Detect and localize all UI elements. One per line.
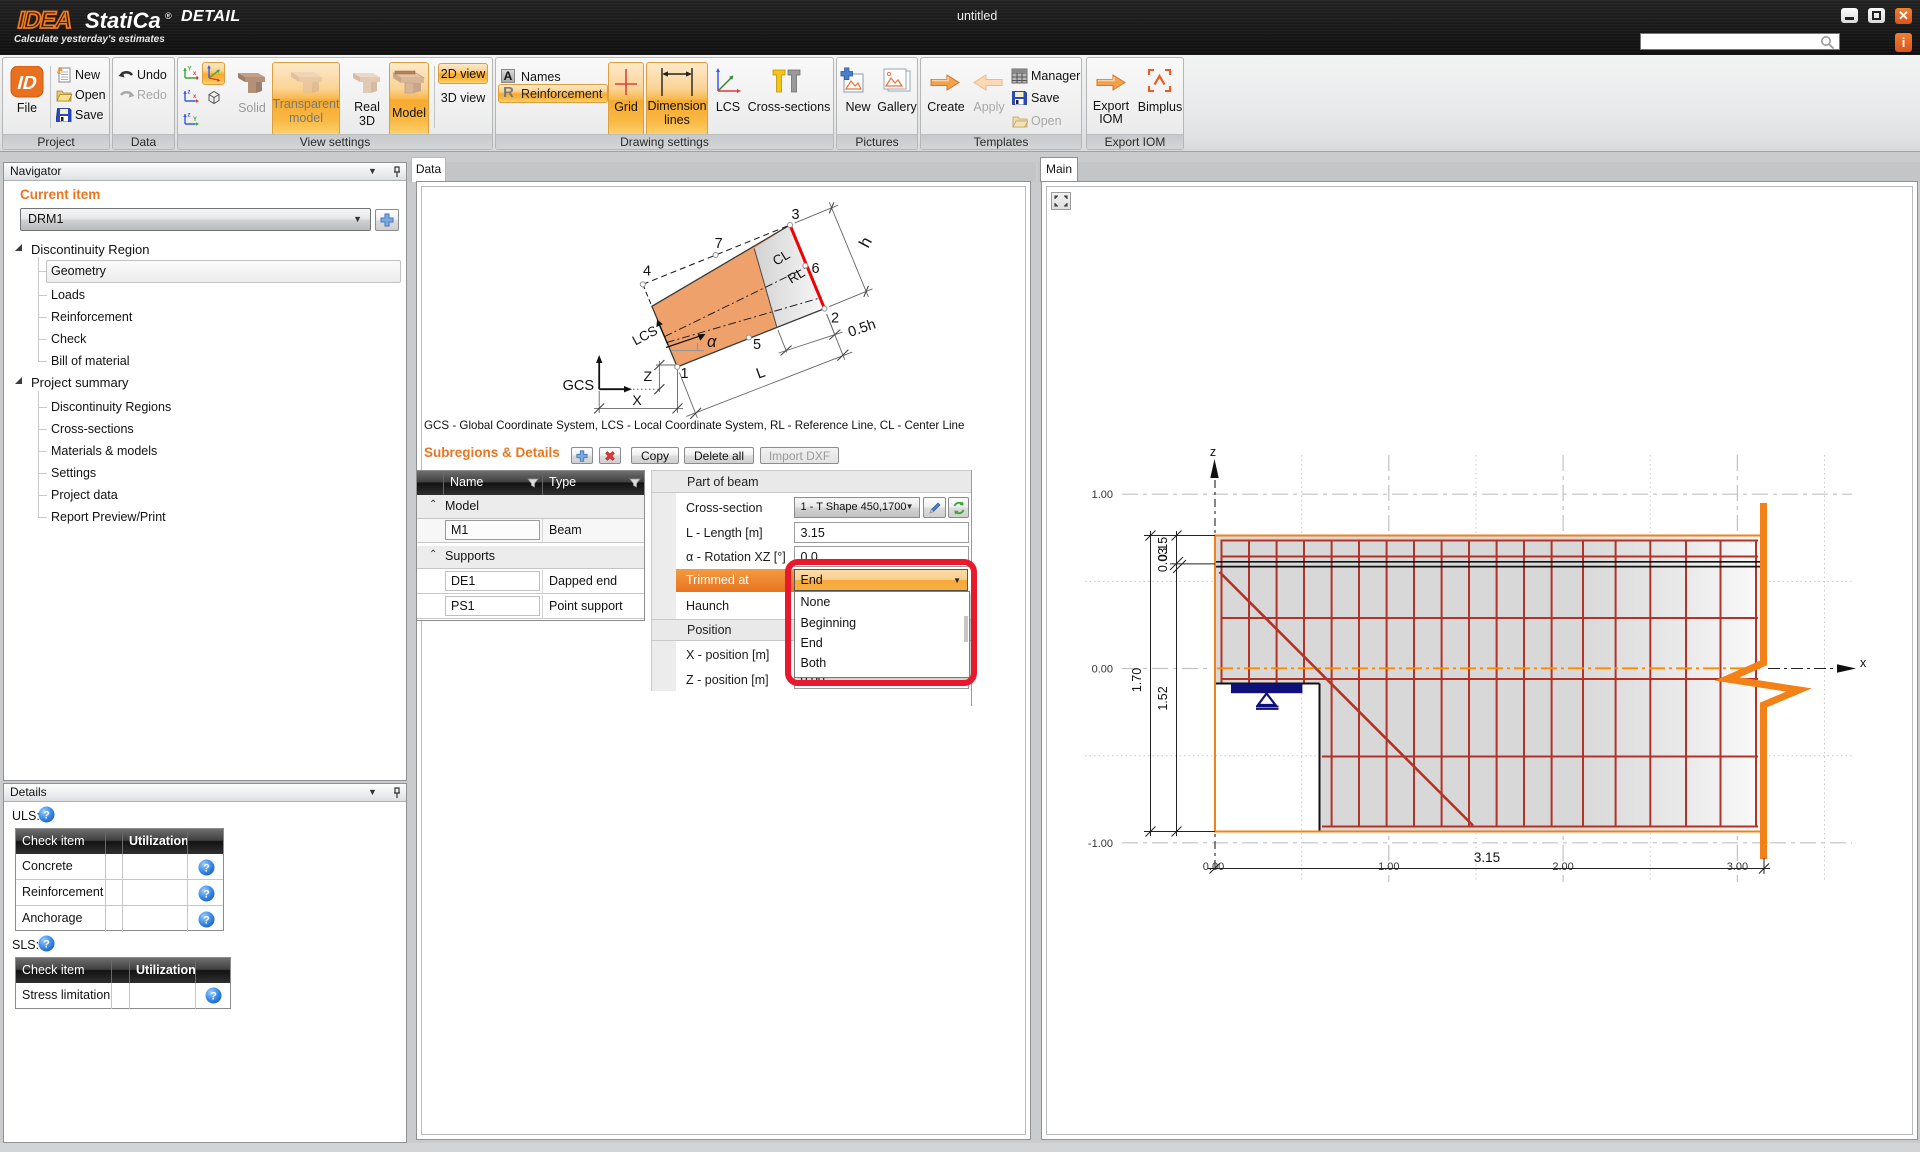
svg-text:α: α xyxy=(707,333,717,351)
svg-text:3: 3 xyxy=(791,207,799,223)
svg-text:?: ? xyxy=(203,915,210,927)
svg-text:4: 4 xyxy=(643,264,651,280)
svg-text:x: x xyxy=(193,94,197,100)
svg-text:3.00: 3.00 xyxy=(1727,861,1748,873)
svg-text:®: ® xyxy=(165,11,172,21)
svg-text:3.15: 3.15 xyxy=(1474,850,1500,865)
svg-text:x: x xyxy=(193,71,197,77)
svg-text:StatiCa: StatiCa xyxy=(85,8,161,33)
svg-text:?: ? xyxy=(43,939,50,951)
svg-text:0.00: 0.00 xyxy=(1203,861,1224,873)
svg-text:1: 1 xyxy=(680,366,688,382)
svg-text:?: ? xyxy=(203,863,210,875)
svg-text:0.03: 0.03 xyxy=(1156,548,1170,572)
svg-text:L: L xyxy=(754,364,768,383)
svg-text:h: h xyxy=(856,234,876,251)
svg-text:GCS: GCS xyxy=(563,378,594,394)
svg-text:1.00: 1.00 xyxy=(1092,489,1113,501)
svg-text:-1.00: -1.00 xyxy=(1088,838,1113,850)
svg-text:0.5h: 0.5h xyxy=(846,316,878,340)
svg-text:Z: Z xyxy=(643,368,652,384)
svg-text:x: x xyxy=(1860,656,1867,670)
svg-text:2.00: 2.00 xyxy=(1552,861,1573,873)
svg-text:z: z xyxy=(188,90,191,96)
svg-text:1.52: 1.52 xyxy=(1156,686,1170,710)
svg-text:?: ? xyxy=(203,889,210,901)
svg-text:2: 2 xyxy=(831,311,839,327)
svg-text:LCS: LCS xyxy=(630,323,660,349)
svg-text:1.70: 1.70 xyxy=(1130,668,1144,692)
svg-text:?: ? xyxy=(210,991,217,1003)
svg-text:X: X xyxy=(632,392,642,408)
svg-text:5: 5 xyxy=(753,337,761,353)
svg-text:IDEA: IDEA xyxy=(15,7,74,33)
svg-text:6: 6 xyxy=(811,261,819,277)
svg-text:Y: Y xyxy=(188,67,192,73)
svg-text:?: ? xyxy=(43,810,50,822)
svg-text:z: z xyxy=(1210,445,1216,459)
svg-text:1.00: 1.00 xyxy=(1378,861,1399,873)
svg-text:7: 7 xyxy=(715,236,723,252)
svg-text:0.00: 0.00 xyxy=(1092,664,1113,676)
svg-text:z: z xyxy=(188,113,191,119)
svg-text:Y: Y xyxy=(193,117,197,123)
